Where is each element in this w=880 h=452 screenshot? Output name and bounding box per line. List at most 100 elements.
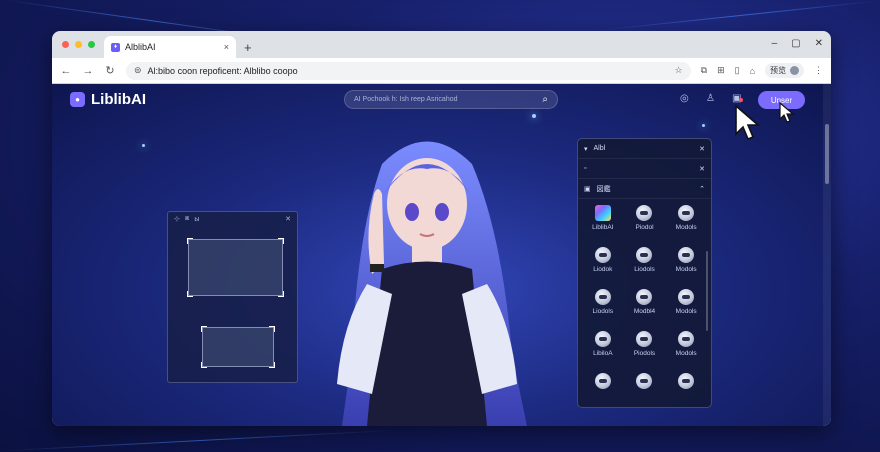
crop-corner-handle[interactable] xyxy=(278,238,284,244)
browser-window: ♦ AlblibAI × + – ▢ ✕ ← → ↻ ⊜ Al:bibo coo… xyxy=(52,31,831,426)
pin-icon[interactable]: ⌂ xyxy=(750,66,755,76)
model-item-label: Modbl4 xyxy=(633,308,656,315)
robot-icon xyxy=(678,247,695,263)
model-item-label: Piodol xyxy=(635,224,654,231)
model-section-header[interactable]: ▣ 図鑑 ⌃ xyxy=(578,179,711,199)
model-panel-scrollbar[interactable] xyxy=(706,251,708,331)
forward-arrow-icon[interactable]: → xyxy=(82,65,94,77)
tab-title: AlblibAI xyxy=(125,42,156,52)
model-item[interactable] xyxy=(665,373,707,411)
crop-frame-bottom[interactable] xyxy=(201,326,275,368)
page-scrollbar[interactable] xyxy=(823,84,831,426)
model-item[interactable]: Liodok xyxy=(582,247,624,285)
model-item[interactable] xyxy=(582,373,624,411)
site-info-icon[interactable]: ⊜ xyxy=(134,65,142,76)
site-logo[interactable]: ● LiblibAI xyxy=(70,91,146,108)
bookmark-star-icon[interactable]: ☆ xyxy=(675,65,683,76)
crop-corner-handle[interactable] xyxy=(201,362,207,368)
crop-frame-top[interactable] xyxy=(187,238,284,297)
model-item-label: Modols xyxy=(675,308,697,315)
gradient-icon xyxy=(594,205,611,221)
model-item[interactable]: Modols xyxy=(665,331,707,369)
crop-corner-handle[interactable] xyxy=(269,326,275,332)
model-item[interactable]: LiblibAI xyxy=(582,205,624,243)
filter-icon[interactable]: ▫ xyxy=(584,165,586,172)
search-icon[interactable]: ⌕ xyxy=(542,94,548,105)
site-favicon-icon: ♦ xyxy=(111,42,120,52)
robot-icon xyxy=(636,205,653,221)
filter-close-icon[interactable]: ✕ xyxy=(699,165,705,173)
model-item-label: Liodols xyxy=(634,266,655,273)
crop-tool-icon[interactable]: ⊹ xyxy=(174,215,180,223)
model-item[interactable]: Modols xyxy=(665,289,707,327)
model-item[interactable] xyxy=(624,373,666,411)
crop-corner-handle[interactable] xyxy=(269,362,275,368)
minimize-window-button[interactable] xyxy=(75,41,82,48)
edit-panel-close-icon[interactable]: ✕ xyxy=(285,215,291,223)
model-item[interactable]: Modbl4 xyxy=(624,289,666,327)
crop-corner-handle[interactable] xyxy=(201,326,207,332)
notification-badge xyxy=(739,98,744,102)
crop-corner-handle[interactable] xyxy=(278,291,284,297)
search-input[interactable]: AI Pochook h: Ish reep Asricahod ⌕ xyxy=(344,90,558,109)
mouse-pointer-icon xyxy=(735,104,760,141)
panel-menu-icon[interactable]: ▾ xyxy=(584,145,588,153)
model-grid: LiblibAI Piodol Modols Liodok Liodols Modols L… xyxy=(578,199,711,411)
new-tab-button[interactable]: + xyxy=(244,40,252,55)
model-panel-close-icon[interactable]: ✕ xyxy=(699,145,705,153)
profile-chip[interactable]: 预览 xyxy=(765,63,804,78)
model-panel-header: ▾ Albl ✕ xyxy=(578,139,711,159)
minimize-icon[interactable]: – xyxy=(772,38,778,49)
clipboard-icon[interactable]: ▯ xyxy=(735,65,740,76)
model-library-panel: ▾ Albl ✕ ▫ ✕ ▣ 図鑑 ⌃ LiblibAI Piodol Modols… xyxy=(577,138,712,408)
model-section-label: 図鑑 xyxy=(596,185,611,193)
browser-toolbar: ← → ↻ ⊜ Al:bibo coon repoficent: Alblibo… xyxy=(52,58,831,84)
model-panel-title: Albl xyxy=(593,145,606,152)
robot-icon xyxy=(636,289,653,305)
model-item[interactable]: Liodols xyxy=(582,289,624,327)
message-icon[interactable]: ▣ xyxy=(732,93,744,104)
crop-corner-handle[interactable] xyxy=(187,238,193,244)
model-item-label: Modols xyxy=(675,266,697,273)
robot-icon xyxy=(594,289,611,305)
reload-icon[interactable]: ↻ xyxy=(104,64,116,77)
restore-icon[interactable]: ▢ xyxy=(791,38,800,49)
section-icon: ▣ xyxy=(584,185,591,193)
model-panel-filter-row: ▫ ✕ xyxy=(578,159,711,179)
crop-corner-handle[interactable] xyxy=(187,291,193,297)
robot-icon xyxy=(678,205,695,221)
robot-icon xyxy=(636,373,653,389)
browser-tab[interactable]: ♦ AlblibAI × xyxy=(104,36,236,58)
menu-kebab-icon[interactable]: ⋮ xyxy=(814,65,823,76)
model-item[interactable]: LibiloA xyxy=(582,331,624,369)
close-icon[interactable]: ✕ xyxy=(815,38,823,49)
anime-character-illustration xyxy=(337,141,527,426)
page-content: ● LiblibAI AI Pochook h: Ish reep Asrica… xyxy=(52,84,831,426)
maximize-window-button[interactable] xyxy=(88,41,95,48)
back-arrow-icon[interactable]: ← xyxy=(60,65,72,77)
model-item[interactable]: Modols xyxy=(665,205,707,243)
address-text: Al:bibo coon repoficent: Alblibo coopo xyxy=(147,65,298,76)
model-item-label: Modols xyxy=(675,350,697,357)
extension-icon[interactable]: ⧉ xyxy=(701,65,707,76)
user-icon[interactable]: ♙ xyxy=(706,93,715,104)
tab-bar: ♦ AlblibAI × + – ▢ ✕ xyxy=(52,31,831,58)
robot-icon xyxy=(594,247,611,263)
translate-icon[interactable]: ⊞ xyxy=(717,65,725,76)
address-bar[interactable]: ⊜ Al:bibo coon repoficent: Alblibo coopo… xyxy=(126,61,691,80)
model-item[interactable]: Modols xyxy=(665,247,707,285)
logo-text: LiblibAI xyxy=(91,91,146,108)
model-item[interactable]: Piodol xyxy=(624,205,666,243)
layers-tool-icon[interactable]: ⧈ xyxy=(185,215,189,223)
logo-icon: ● xyxy=(70,92,85,107)
tab-close-icon[interactable]: × xyxy=(224,42,229,52)
notification-icon[interactable]: ◎ xyxy=(680,93,689,104)
model-item[interactable]: Piodols xyxy=(624,331,666,369)
robot-icon xyxy=(594,331,611,347)
chevron-up-icon[interactable]: ⌃ xyxy=(699,185,705,193)
profile-label: 预览 xyxy=(770,66,786,75)
page-scrollbar-thumb[interactable] xyxy=(825,124,829,184)
robot-icon xyxy=(636,247,653,263)
model-item[interactable]: Liodols xyxy=(624,247,666,285)
close-window-button[interactable] xyxy=(62,41,69,48)
